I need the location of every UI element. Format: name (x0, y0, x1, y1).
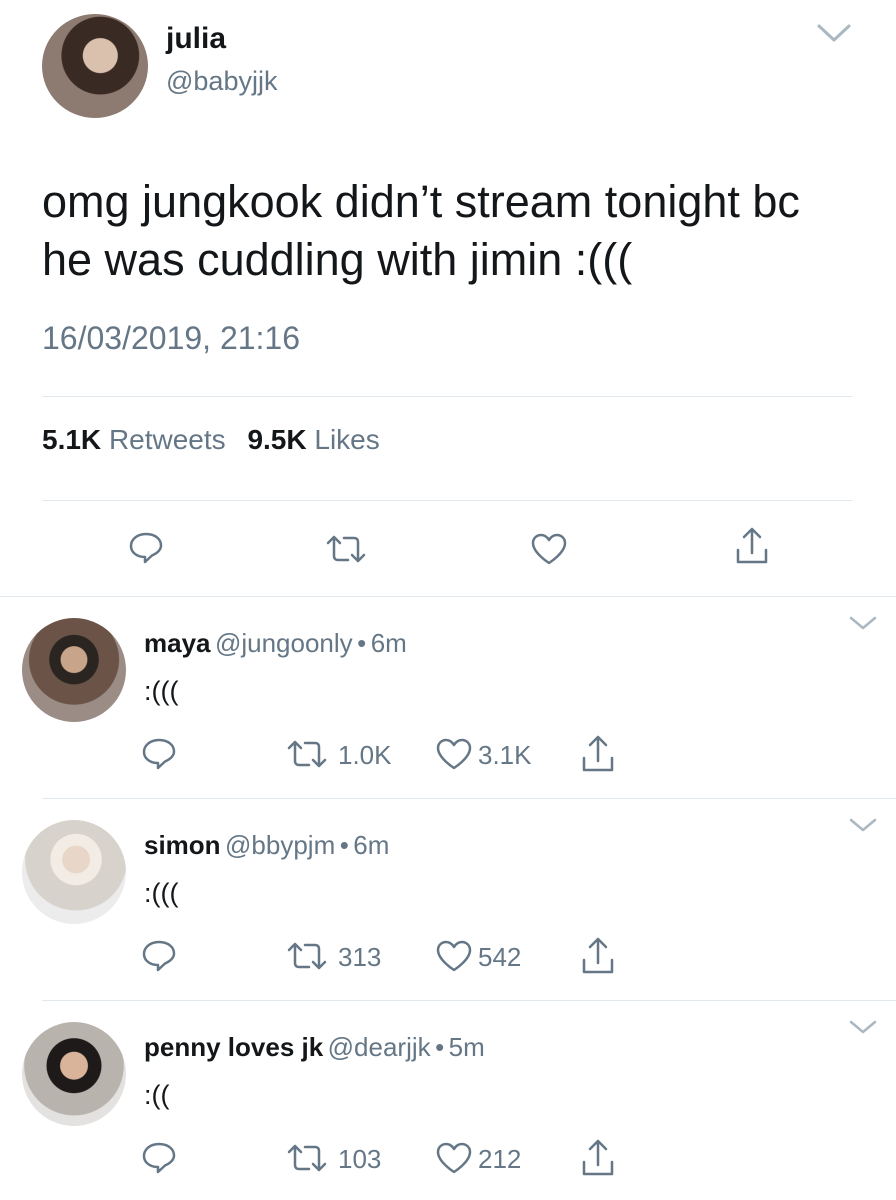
reply-time: 6m (370, 628, 407, 658)
reply-icon[interactable] (141, 737, 177, 771)
reply-icon[interactable] (141, 939, 177, 973)
share-icon[interactable] (734, 526, 770, 566)
heart-icon[interactable] (435, 939, 473, 973)
reply-text: :((( (144, 878, 179, 908)
retweet-icon[interactable] (285, 739, 329, 769)
reply-handle[interactable]: @jungoonly (215, 628, 353, 658)
tweet-text-line-1: omg jungkook didn’t stream tonight bc (42, 176, 800, 227)
heart-icon[interactable] (435, 737, 473, 771)
separator-dot: • (357, 628, 367, 658)
reply-display-name[interactable]: maya (144, 628, 211, 658)
timestamp: 16/03/2019, 21:16 (42, 320, 301, 356)
heart-icon[interactable] (435, 1141, 473, 1175)
separator-dot: • (339, 830, 349, 860)
tweet-text-line-2: he was cuddling with jimin :((( (42, 234, 633, 285)
divider (42, 798, 896, 799)
retweet-icon[interactable] (324, 534, 368, 564)
like-count[interactable]: 542 (478, 942, 521, 973)
chevron-down-icon[interactable] (848, 614, 878, 632)
reply-display-name[interactable]: simon (144, 830, 221, 860)
divider (42, 396, 852, 397)
display-name[interactable]: julia (166, 22, 226, 56)
reply-header: simon @bbypjm • 6m (144, 830, 389, 861)
avatar[interactable] (22, 820, 126, 924)
retweet-count[interactable]: 313 (338, 942, 381, 973)
reply-handle[interactable]: @dearjjk (328, 1032, 431, 1062)
divider (42, 500, 852, 501)
divider (42, 1000, 896, 1001)
likes-count[interactable]: 9.5K (247, 424, 306, 455)
engagement-stats: 5.1K Retweets 9.5K Likes (42, 424, 380, 456)
avatar[interactable] (22, 1022, 126, 1126)
reply-icon[interactable] (141, 1141, 177, 1175)
reply-display-name[interactable]: penny loves jk (144, 1032, 323, 1062)
reply-text: :(( (144, 1080, 170, 1110)
retweets-label[interactable]: Retweets (109, 424, 226, 455)
likes-label[interactable]: Likes (314, 424, 379, 455)
like-count[interactable]: 3.1K (478, 740, 532, 771)
like-count[interactable]: 212 (478, 1144, 521, 1175)
separator-dot: • (435, 1032, 445, 1062)
avatar[interactable] (22, 618, 126, 722)
retweet-count[interactable]: 1.0K (338, 740, 392, 771)
chevron-down-icon[interactable] (848, 1018, 878, 1036)
reply-text: :((( (144, 676, 179, 706)
reply-time: 6m (353, 830, 390, 860)
retweet-count[interactable]: 103 (338, 1144, 381, 1175)
share-icon[interactable] (580, 734, 616, 774)
reply-header: maya @jungoonly • 6m (144, 628, 407, 659)
heart-icon[interactable] (530, 532, 568, 566)
chevron-down-icon[interactable] (816, 22, 852, 44)
avatar[interactable] (42, 14, 148, 118)
divider (0, 596, 896, 597)
reply-time: 5m (448, 1032, 485, 1062)
reply-handle[interactable]: @bbypjm (225, 830, 335, 860)
retweet-icon[interactable] (285, 1143, 329, 1173)
retweet-icon[interactable] (285, 941, 329, 971)
reply-icon[interactable] (128, 531, 164, 565)
share-icon[interactable] (580, 936, 616, 976)
chevron-down-icon[interactable] (848, 816, 878, 834)
reply-header: penny loves jk @dearjjk • 5m (144, 1032, 485, 1063)
user-handle[interactable]: @babyjjk (166, 66, 277, 97)
retweets-count[interactable]: 5.1K (42, 424, 101, 455)
share-icon[interactable] (580, 1138, 616, 1178)
